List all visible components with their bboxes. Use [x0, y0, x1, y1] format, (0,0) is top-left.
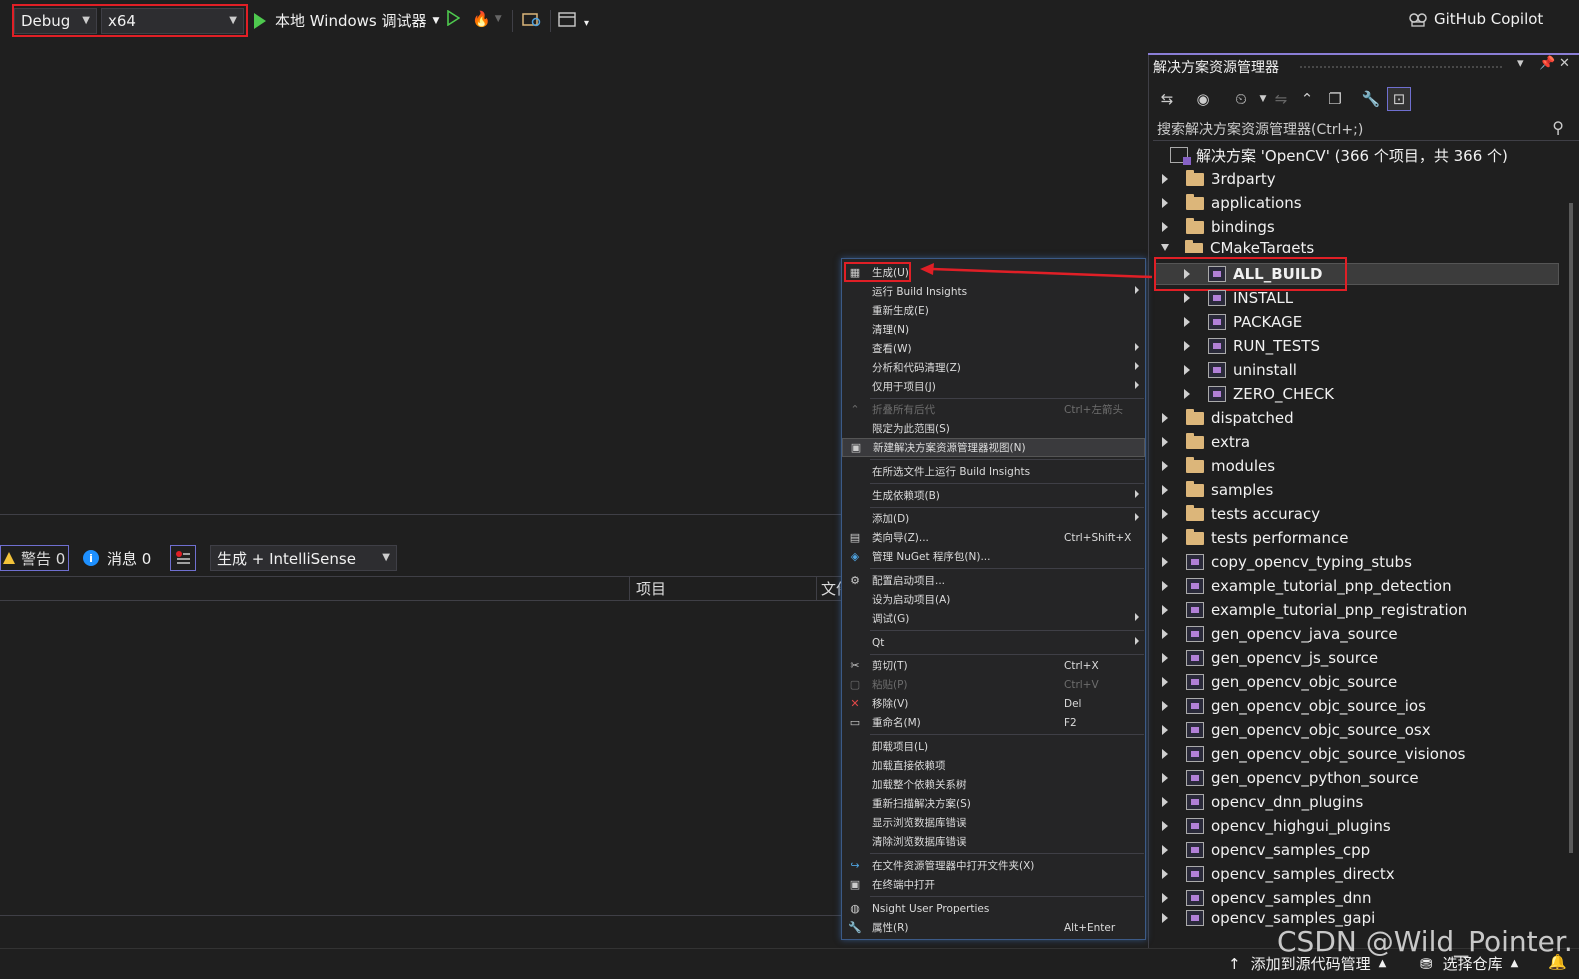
chevron-up-icon: ▲	[1510, 958, 1519, 969]
arrow-up-icon: ↑	[1228, 954, 1241, 973]
watermark: CSDN @Wild_Pointer.	[1277, 925, 1573, 958]
annotation-arrow	[920, 263, 1153, 279]
chevron-up-icon: ▲	[1378, 958, 1387, 969]
